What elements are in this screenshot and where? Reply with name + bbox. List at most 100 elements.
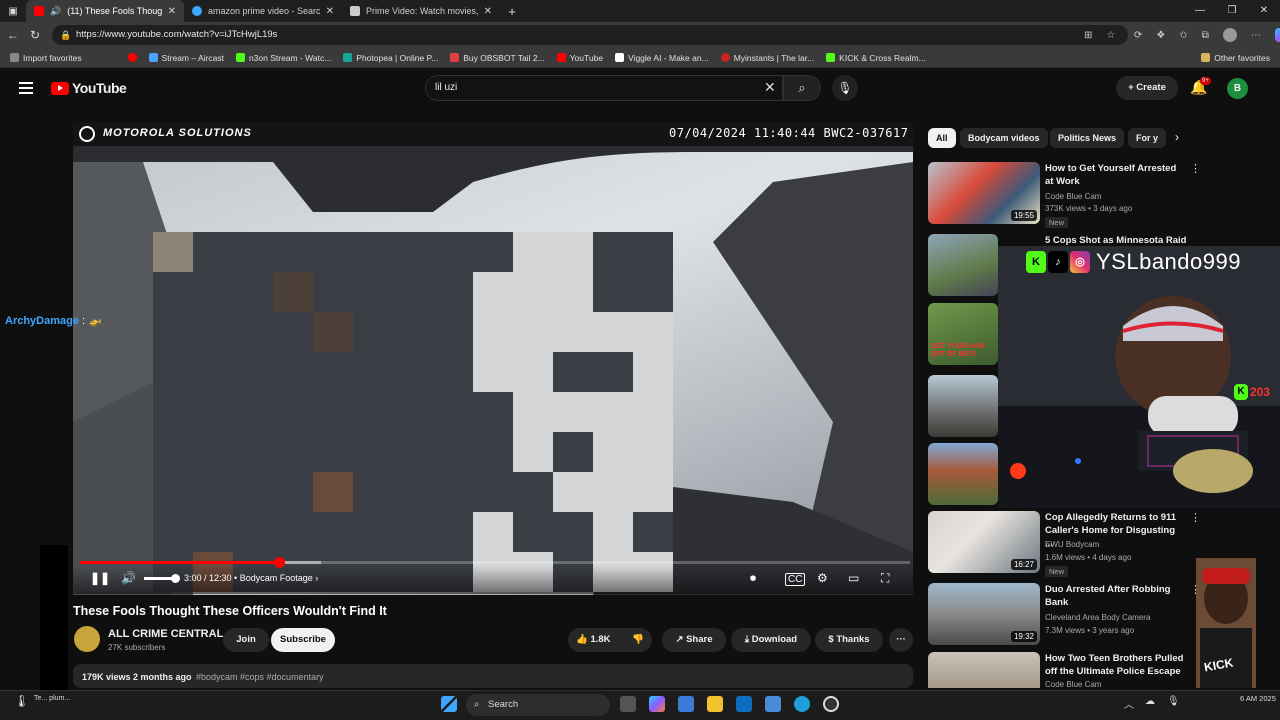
tab-youtube[interactable]: 🔊 (11) These Fools Thought Th ✕	[26, 0, 184, 22]
taskbar-search[interactable]: ⌕ Search	[466, 694, 610, 716]
captions-icon[interactable]: CC	[785, 573, 806, 586]
avatar[interactable]: B	[1227, 78, 1248, 99]
favorites-bar-item[interactable]: Buy OBSBOT Tail 2...	[444, 53, 550, 63]
more-options-icon[interactable]: ⋮	[1190, 511, 1201, 524]
collections-icon[interactable]: ⧉	[1202, 30, 1209, 41]
apps-icon[interactable]: ⊞	[1084, 30, 1092, 41]
tab-actions-icon[interactable]: ▣	[0, 6, 26, 17]
chip-politics-news[interactable]: Politics News	[1050, 128, 1125, 148]
tab-prime-video[interactable]: Prime Video: Watch movies, TV sh ✕	[342, 0, 500, 22]
minimize-icon[interactable]: —	[1184, 0, 1216, 22]
channel-name[interactable]: ALL CRIME CENTRAL	[108, 628, 223, 640]
video-thumbnail[interactable]	[928, 652, 1040, 688]
chevron-right-icon[interactable]: ›	[1175, 130, 1179, 144]
dislike-icon[interactable]: 👎	[632, 628, 644, 652]
chip-bodycam-videos[interactable]: Bodycam videos	[960, 128, 1048, 148]
close-tab-icon[interactable]: ✕	[168, 6, 176, 17]
pause-icon[interactable]: ❚❚	[90, 571, 110, 585]
rec-title[interactable]: How to Get Yourself Arrested at Work	[1045, 162, 1185, 188]
rec-channel[interactable]: Code Blue Cam	[1045, 192, 1101, 201]
search-input[interactable]: lil uzi	[425, 75, 783, 101]
more-actions-button[interactable]: ···	[889, 628, 913, 652]
fullscreen-icon[interactable]: ⛶	[881, 571, 889, 586]
progress-bar[interactable]	[80, 557, 910, 568]
hashtags[interactable]: #bodycam #cops #documentary	[196, 672, 324, 682]
video-thumbnail[interactable]: 19:32	[928, 583, 1040, 645]
download-button[interactable]: ⤓ Download	[731, 628, 811, 652]
copilot-icon[interactable]	[1274, 28, 1280, 42]
favorites-bar-item[interactable]: Viggle AI - Make an...	[609, 53, 715, 63]
rec-channel[interactable]: Cleveland Area Body Camera	[1045, 613, 1150, 622]
volume-handle[interactable]	[171, 574, 180, 583]
rec-title[interactable]: Duo Arrested After Robbing Bank	[1045, 583, 1185, 609]
favorites-bar-item[interactable]: Stream – Aircast	[143, 53, 230, 63]
create-button[interactable]: + Create	[1116, 76, 1178, 100]
search-button[interactable]: ⌕	[783, 75, 821, 101]
video-thumbnail[interactable]	[928, 234, 998, 296]
video-player[interactable]: MOTOROLA SOLUTIONS 07/04/2024 11:40:44 B…	[73, 122, 913, 595]
favorite-star-icon[interactable]: ☆	[1106, 30, 1115, 41]
obs-icon[interactable]	[823, 696, 839, 712]
outlook-icon[interactable]	[736, 696, 752, 712]
photos-icon[interactable]	[765, 696, 781, 712]
clear-search-icon[interactable]: ✕	[764, 79, 776, 96]
new-tab-button[interactable]: +	[500, 4, 524, 19]
edge-icon[interactable]	[794, 696, 810, 712]
rec-channel[interactable]: Code Blue Cam	[1045, 680, 1101, 688]
favorites-bar-item[interactable]: YouTube	[551, 53, 609, 63]
favorites-bar-item[interactable]: Import favorites	[4, 53, 88, 63]
favorites-bar-item[interactable]: Photopea | Online P...	[337, 53, 444, 63]
close-tab-icon[interactable]: ✕	[326, 6, 334, 17]
favorites-bar-item[interactable]: n3on Stream - Watc...	[230, 53, 337, 63]
join-button[interactable]: Join	[223, 628, 269, 652]
rec-title[interactable]: How Two Teen Brothers Pulled off the Ult…	[1045, 652, 1185, 678]
copilot-taskbar-icon[interactable]	[649, 696, 665, 712]
maximize-icon[interactable]: ❐	[1216, 0, 1248, 22]
taskbar-clock[interactable]: 6 AM 2025	[1240, 694, 1276, 704]
audio-playing-icon[interactable]: 🔊	[50, 6, 61, 17]
other-favorites[interactable]: Other favorites	[1195, 53, 1276, 63]
tray-chevron-icon[interactable]: ︿	[1124, 696, 1134, 711]
volume-icon[interactable]: 🔊	[121, 571, 136, 585]
more-options-icon[interactable]: ⋮	[1190, 162, 1201, 175]
store-icon[interactable]	[678, 696, 694, 712]
favorites-bar-item[interactable]: KICK & Cross Realm...	[820, 53, 931, 63]
network-icon[interactable]: ☁	[1145, 696, 1155, 707]
chip-all[interactable]: All	[928, 128, 956, 148]
youtube-logo[interactable]: YouTube	[51, 80, 127, 96]
favorites-bar-item[interactable]	[122, 53, 143, 62]
recommended-video[interactable]: 19:55 How to Get Yourself Arrested at Wo…	[928, 162, 1268, 228]
voice-search-icon[interactable]: 🎙	[832, 75, 858, 101]
tab-bing-search[interactable]: amazon prime video - Search ✕	[184, 0, 342, 22]
close-window-icon[interactable]: ✕	[1248, 0, 1280, 22]
split-screen-icon[interactable]: ❖	[1156, 30, 1165, 41]
settings-gear-icon[interactable]: ⚙	[817, 571, 828, 585]
video-thumbnail[interactable]	[928, 443, 998, 505]
url-field[interactable]: 🔒 https://www.youtube.com/watch?v=iJTcHw…	[52, 25, 1128, 45]
menu-icon[interactable]	[19, 82, 33, 94]
video-thumbnail[interactable]	[928, 375, 998, 437]
file-explorer-icon[interactable]	[707, 696, 723, 712]
rec-channel[interactable]: EWU Bodycam	[1045, 540, 1099, 549]
mic-tray-icon[interactable]: 🎙	[1167, 696, 1180, 707]
task-view-icon[interactable]	[620, 696, 636, 712]
extensions-icon[interactable]: ⟳	[1134, 30, 1142, 41]
favorites-bar-item[interactable]: Myinstants | The lar...	[715, 53, 820, 63]
video-thumbnail[interactable]: 19:55	[928, 162, 1040, 224]
thanks-button[interactable]: $ Thanks	[815, 628, 883, 652]
video-thumbnail[interactable]: GET YOUR HAN OFF OF ME!!!	[928, 303, 998, 365]
back-icon[interactable]: ←	[2, 28, 24, 42]
refresh-icon[interactable]: ↻	[24, 28, 46, 42]
weather-widget[interactable]: Te... plum...	[34, 694, 70, 703]
close-tab-icon[interactable]: ✕	[484, 6, 492, 17]
chapter-title[interactable]: Bodycam Footage	[240, 573, 313, 583]
like-button[interactable]: 👍 1.8K	[576, 634, 611, 645]
chip-for-you[interactable]: For y	[1128, 128, 1166, 148]
profile-icon[interactable]	[1222, 28, 1237, 42]
more-menu-icon[interactable]: ⋯	[1251, 30, 1261, 41]
subscribe-button[interactable]: Subscribe	[271, 628, 335, 652]
channel-avatar[interactable]	[74, 626, 100, 652]
windows-start-icon[interactable]	[441, 696, 457, 712]
video-thumbnail[interactable]: 16:27	[928, 511, 1040, 573]
share-button[interactable]: ↗ Share	[662, 628, 726, 652]
